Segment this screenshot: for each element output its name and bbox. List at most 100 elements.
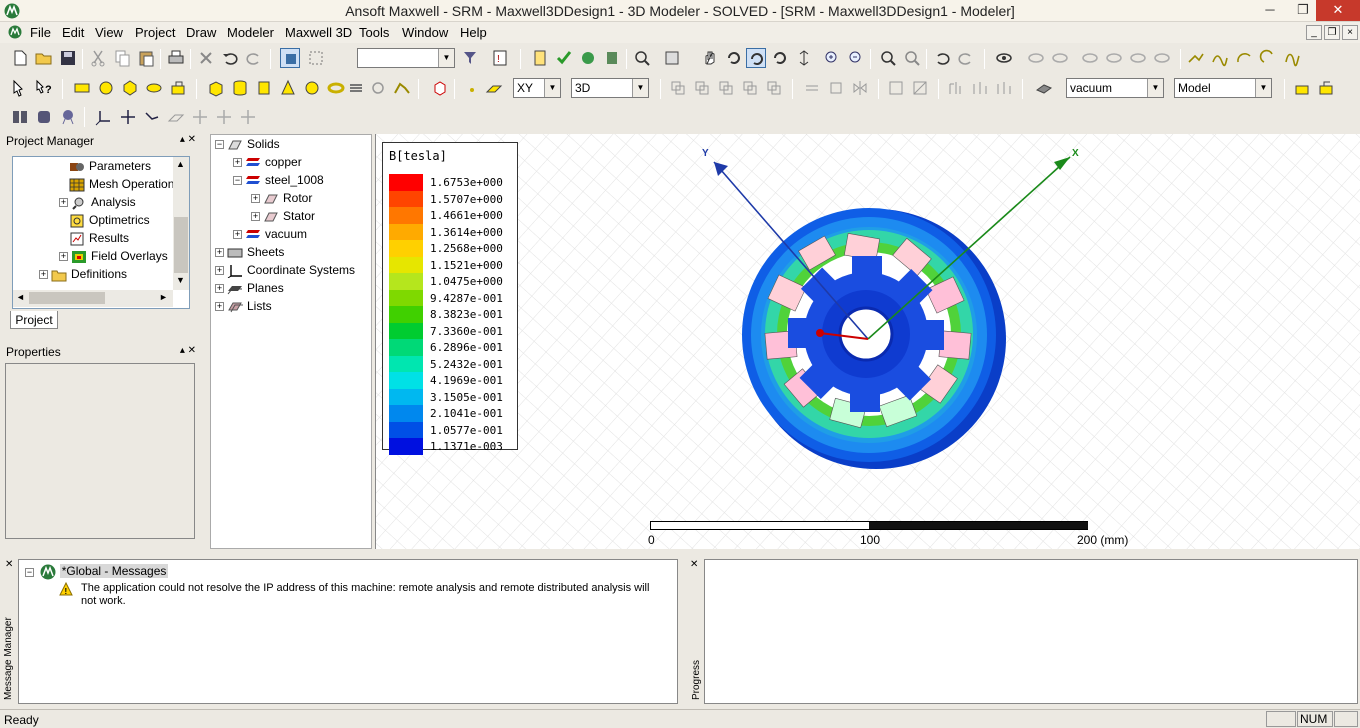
create-point-icon[interactable] <box>430 78 450 98</box>
material-library-icon[interactable] <box>1034 78 1054 98</box>
minimize-button[interactable]: ─ <box>1255 0 1285 21</box>
draw-sphere-icon[interactable] <box>302 78 322 98</box>
tree-vacuum[interactable]: + vacuum <box>233 227 307 245</box>
menu-window[interactable]: Window <box>402 25 448 40</box>
menu-draw[interactable]: Draw <box>186 25 216 40</box>
hide-active-icon[interactable] <box>1152 48 1172 68</box>
mirror-icon[interactable] <box>850 78 870 98</box>
select-face-icon[interactable] <box>306 48 326 68</box>
panel-close-icon[interactable]: ▴ ✕ <box>180 345 196 356</box>
tree-item-mesh-operations[interactable]: Mesh Operations <box>69 177 180 195</box>
mdi-restore-button[interactable]: ❐ <box>1324 25 1340 40</box>
split-icon[interactable] <box>740 78 760 98</box>
model-combo[interactable]: Model ▼ <box>1174 78 1272 98</box>
paste-icon[interactable] <box>136 48 156 68</box>
menu-maxwell3d[interactable]: Maxwell 3D <box>285 25 352 40</box>
material-icon[interactable] <box>578 48 598 68</box>
draw-rectangle-icon[interactable] <box>72 78 92 98</box>
message-group-row[interactable]: − *Global - Messages <box>25 564 169 580</box>
draw-equation-icon[interactable] <box>1282 48 1302 68</box>
tree-item-field-overlays[interactable]: + Field Overlays <box>59 249 168 267</box>
draw-helix-icon[interactable] <box>346 78 366 98</box>
draw-regular-polyhedron-icon[interactable] <box>254 78 274 98</box>
tree-rotor[interactable]: + Rotor <box>251 191 312 209</box>
show-hide-icon[interactable] <box>994 48 1014 68</box>
menu-edit[interactable]: Edit <box>62 25 84 40</box>
tree-item-optimetrics[interactable]: Optimetrics <box>69 213 150 231</box>
dimension-combo[interactable]: 3D ▼ <box>571 78 649 98</box>
selection-filter-icon[interactable] <box>460 48 480 68</box>
view-redo-icon[interactable] <box>956 48 976 68</box>
both-cs-icon[interactable] <box>214 107 234 127</box>
rotate-model-icon[interactable] <box>746 48 766 68</box>
select-arrow-icon[interactable] <box>10 78 30 98</box>
plane-combo[interactable]: XY ▼ <box>513 78 561 98</box>
tree-item-definitions[interactable]: + Definitions <box>39 267 127 285</box>
unite-icon[interactable] <box>668 78 688 98</box>
mdi-minimize-button[interactable]: _ <box>1306 25 1322 40</box>
tree-item-parameters[interactable]: Parameters <box>69 159 151 177</box>
tree-sheets[interactable]: + Sheets <box>215 245 284 263</box>
field-legend[interactable]: B[tesla] 1.6753e+000 1.5707e+000 1.4661e+0… <box>382 142 518 455</box>
analyze-icon[interactable] <box>530 48 550 68</box>
zoom-in-icon[interactable] <box>822 48 842 68</box>
draw-polygon-icon[interactable] <box>120 78 140 98</box>
tree-item-results[interactable]: Results <box>69 231 129 249</box>
menu-help[interactable]: Help <box>460 25 487 40</box>
progress-close-icon[interactable]: ✕ <box>690 559 698 570</box>
thicken-icon[interactable] <box>970 78 990 98</box>
draw-cone-icon[interactable] <box>278 78 298 98</box>
close-button[interactable]: ✕ <box>1316 0 1360 21</box>
draw-ellipse-icon[interactable] <box>144 78 164 98</box>
show-active-icon[interactable] <box>1128 48 1148 68</box>
point-icon[interactable] <box>462 78 482 98</box>
duplicate-icon[interactable] <box>886 78 906 98</box>
draw-spiral-icon[interactable] <box>368 78 388 98</box>
menu-view[interactable]: View <box>95 25 123 40</box>
copy-icon[interactable] <box>112 48 132 68</box>
restore-button[interactable]: ❐ <box>1288 0 1318 21</box>
coordinate-axes-icon[interactable] <box>94 107 114 127</box>
new-icon[interactable] <box>10 48 30 68</box>
move-icon[interactable] <box>802 78 822 98</box>
show-selected-icon[interactable] <box>1080 48 1100 68</box>
draw-region-icon[interactable] <box>168 78 188 98</box>
panel-close-icon[interactable]: ▴ ✕ <box>180 134 196 145</box>
menu-project[interactable]: Project <box>135 25 175 40</box>
hide-selected-icon[interactable] <box>1104 48 1124 68</box>
eddy-current-icon[interactable] <box>34 107 54 127</box>
cover-icon[interactable] <box>994 78 1014 98</box>
draw-torus-icon[interactable] <box>326 78 346 98</box>
save-icon[interactable] <box>58 48 78 68</box>
rotate-object-icon[interactable] <box>826 78 846 98</box>
selection-combo[interactable]: ▼ <box>357 48 455 68</box>
rotate-icon[interactable] <box>724 48 744 68</box>
context-help-icon[interactable]: ? <box>34 78 54 98</box>
intersect-icon[interactable] <box>716 78 736 98</box>
sweep-icon[interactable] <box>946 78 966 98</box>
spin-icon[interactable] <box>770 48 790 68</box>
mdi-close-button[interactable]: × <box>1342 25 1358 40</box>
3d-viewport[interactable]: Y X <box>375 134 1360 549</box>
measure-icon[interactable] <box>632 48 652 68</box>
project-tree-hscroll[interactable]: ◄ ► <box>13 290 173 307</box>
transient-icon[interactable] <box>58 107 78 127</box>
subtract-icon[interactable] <box>692 78 712 98</box>
tree-planes[interactable]: + Planes <box>215 281 284 299</box>
draw-arc-icon[interactable] <box>1234 48 1254 68</box>
redo-icon[interactable] <box>244 48 264 68</box>
tree-steel-1008[interactable]: − steel_1008 <box>233 173 324 191</box>
dynamic-zoom-icon[interactable] <box>794 48 814 68</box>
tab-project[interactable]: Project <box>10 311 58 329</box>
excitation-icon[interactable] <box>602 48 622 68</box>
rotated-cs-icon[interactable] <box>190 107 210 127</box>
menu-tools[interactable]: Tools <box>359 25 389 40</box>
validate-icon[interactable]: ! <box>490 48 510 68</box>
message-manager-close-icon[interactable]: ✕ <box>5 559 13 570</box>
print-icon[interactable] <box>166 48 186 68</box>
menu-file[interactable]: File <box>30 25 51 40</box>
document-icon[interactable] <box>8 25 22 39</box>
select-object-icon[interactable] <box>280 48 300 68</box>
show-all-icon[interactable] <box>1026 48 1046 68</box>
tree-coordinate-systems[interactable]: + Coordinate Systems <box>215 263 355 281</box>
